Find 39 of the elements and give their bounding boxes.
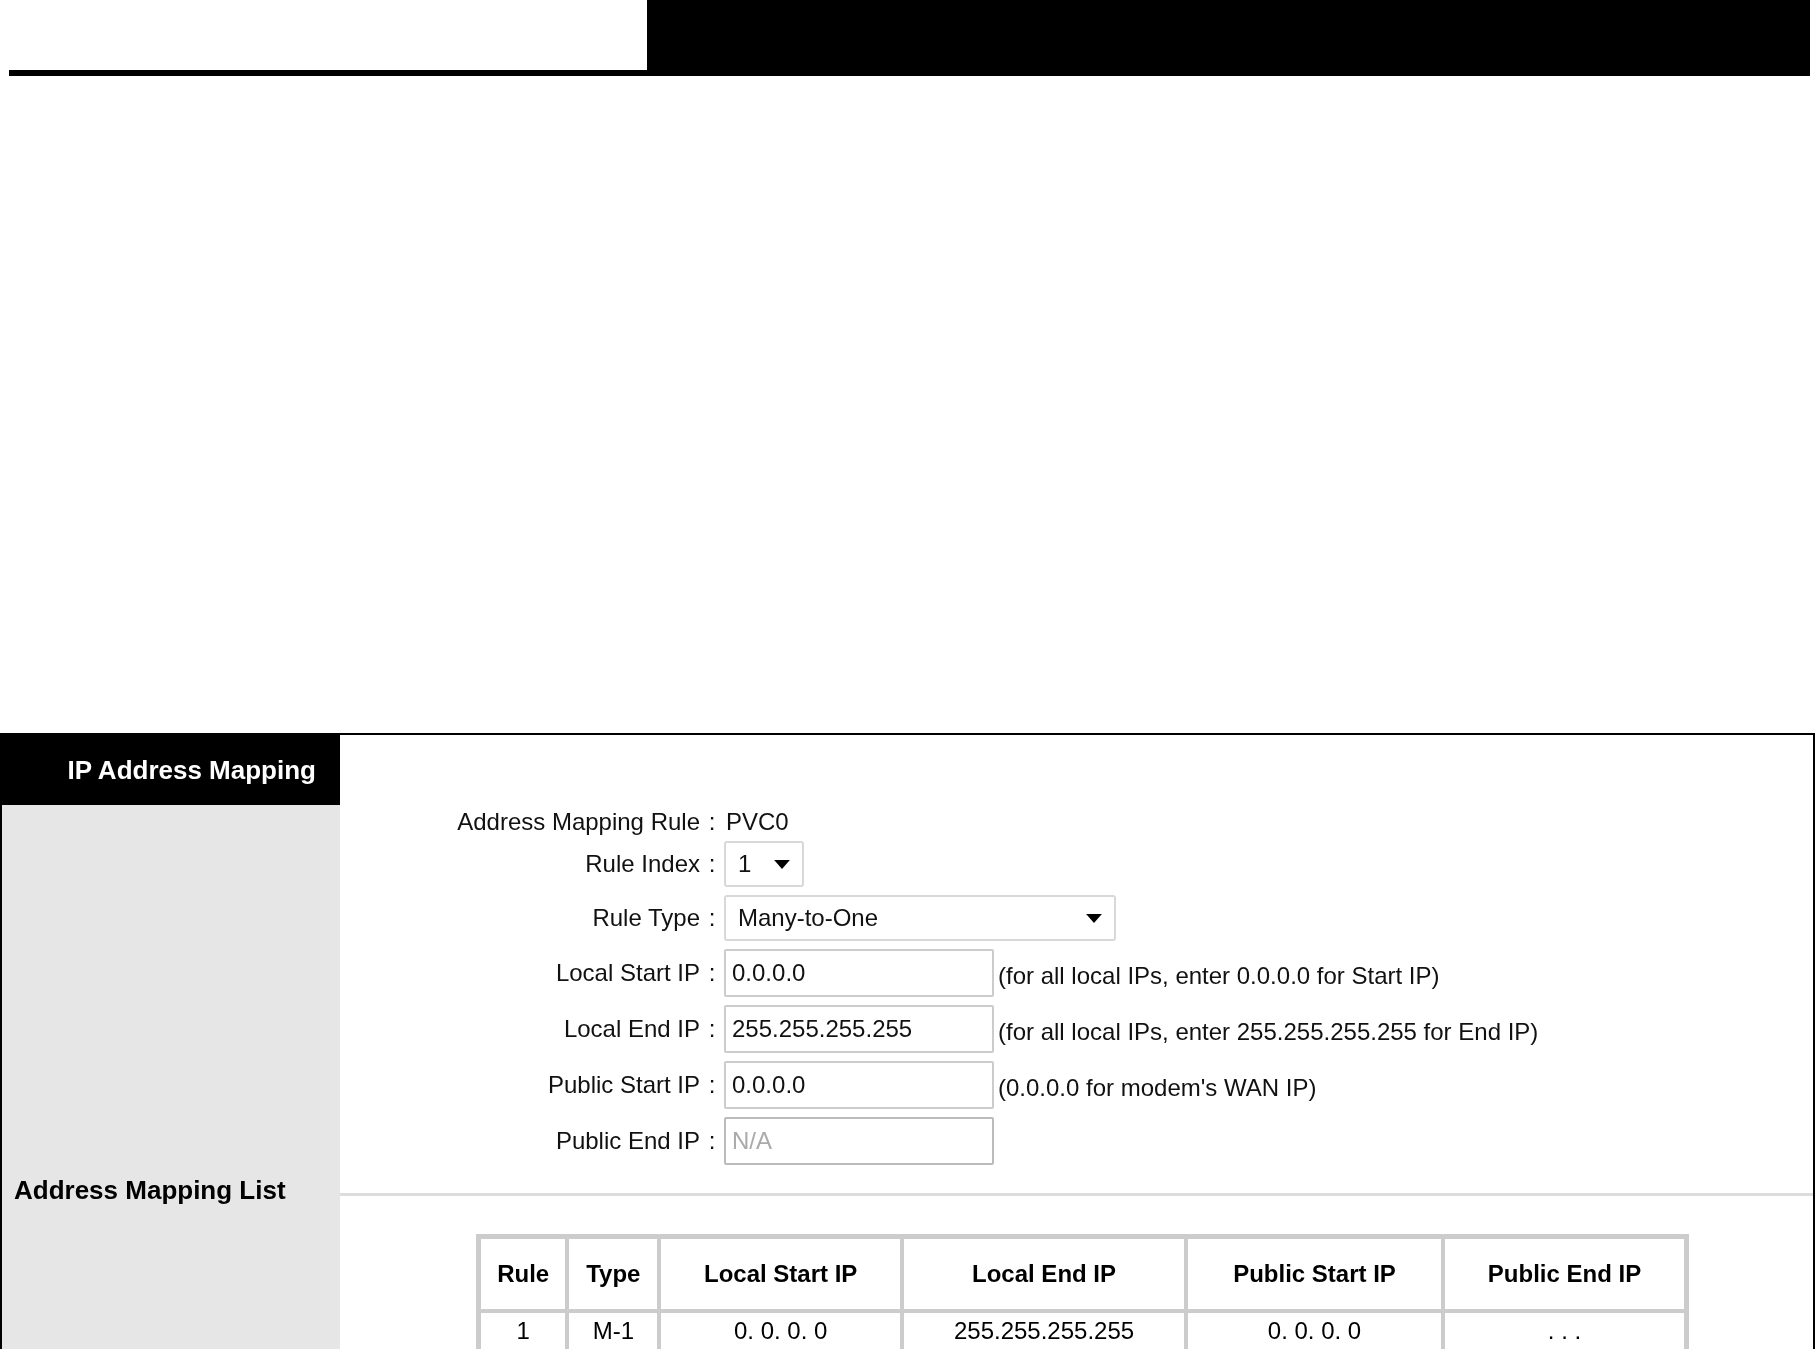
colon-text: : [707, 850, 717, 878]
colon-text: : [707, 959, 717, 987]
dropdown[interactable]: Many-to-One [724, 895, 1116, 941]
section-title: Address Mapping List [13, 1175, 287, 1206]
table-cell: 0. 0. 0. 0 [1185, 1311, 1444, 1349]
input-field[interactable]: 255.255.255.255 [724, 1005, 994, 1053]
field-label: Local End IP [562, 1015, 700, 1043]
hint-text: (for all local IPs, enter 255.255.255.255 for End IP) [997, 1017, 1539, 1046]
field-label: Address Mapping Rule [456, 808, 700, 836]
caret-icon [1086, 913, 1102, 923]
table-cell: . . . [1443, 1311, 1686, 1349]
table-cell: 255.255.255.255 [902, 1311, 1186, 1349]
caret-icon [774, 859, 790, 869]
dropdown[interactable]: 1 [724, 841, 804, 887]
colon-text: : [707, 1071, 717, 1099]
column-header: Public End IP [1443, 1237, 1686, 1311]
colon-text: : [707, 808, 717, 836]
table-cell: M-1 [567, 1311, 660, 1349]
colon-text: : [707, 904, 717, 932]
table-cell: 0. 0. 0. 0 [659, 1311, 903, 1349]
field-label: Public End IP [554, 1127, 700, 1155]
input-field[interactable]: 0.0.0.0 [724, 1061, 994, 1109]
input-field[interactable]: 0.0.0.0 [724, 949, 994, 997]
field-label: Local Start IP [554, 959, 700, 987]
column-header: Public Start IP [1185, 1237, 1444, 1311]
column-header: Local End IP [902, 1237, 1186, 1311]
section-title: IP Address Mapping [2, 735, 340, 805]
field-label: Rule Type [591, 904, 700, 932]
colon-text: : [707, 1127, 717, 1155]
table-cell: 1 [479, 1311, 568, 1349]
field-label: Public Start IP [546, 1071, 700, 1099]
column-header: Type [567, 1237, 660, 1311]
hint-text: (0.0.0.0 for modem's WAN IP) [997, 1073, 1317, 1102]
colon-text: : [707, 1015, 717, 1043]
hint-text: (for all local IPs, enter 0.0.0.0 for Start IP) [997, 961, 1440, 990]
field-value: PVC0 [725, 808, 789, 836]
column-header: Rule [479, 1237, 568, 1311]
field-label: Rule Index [584, 850, 700, 878]
column-header: Local Start IP [659, 1237, 903, 1311]
